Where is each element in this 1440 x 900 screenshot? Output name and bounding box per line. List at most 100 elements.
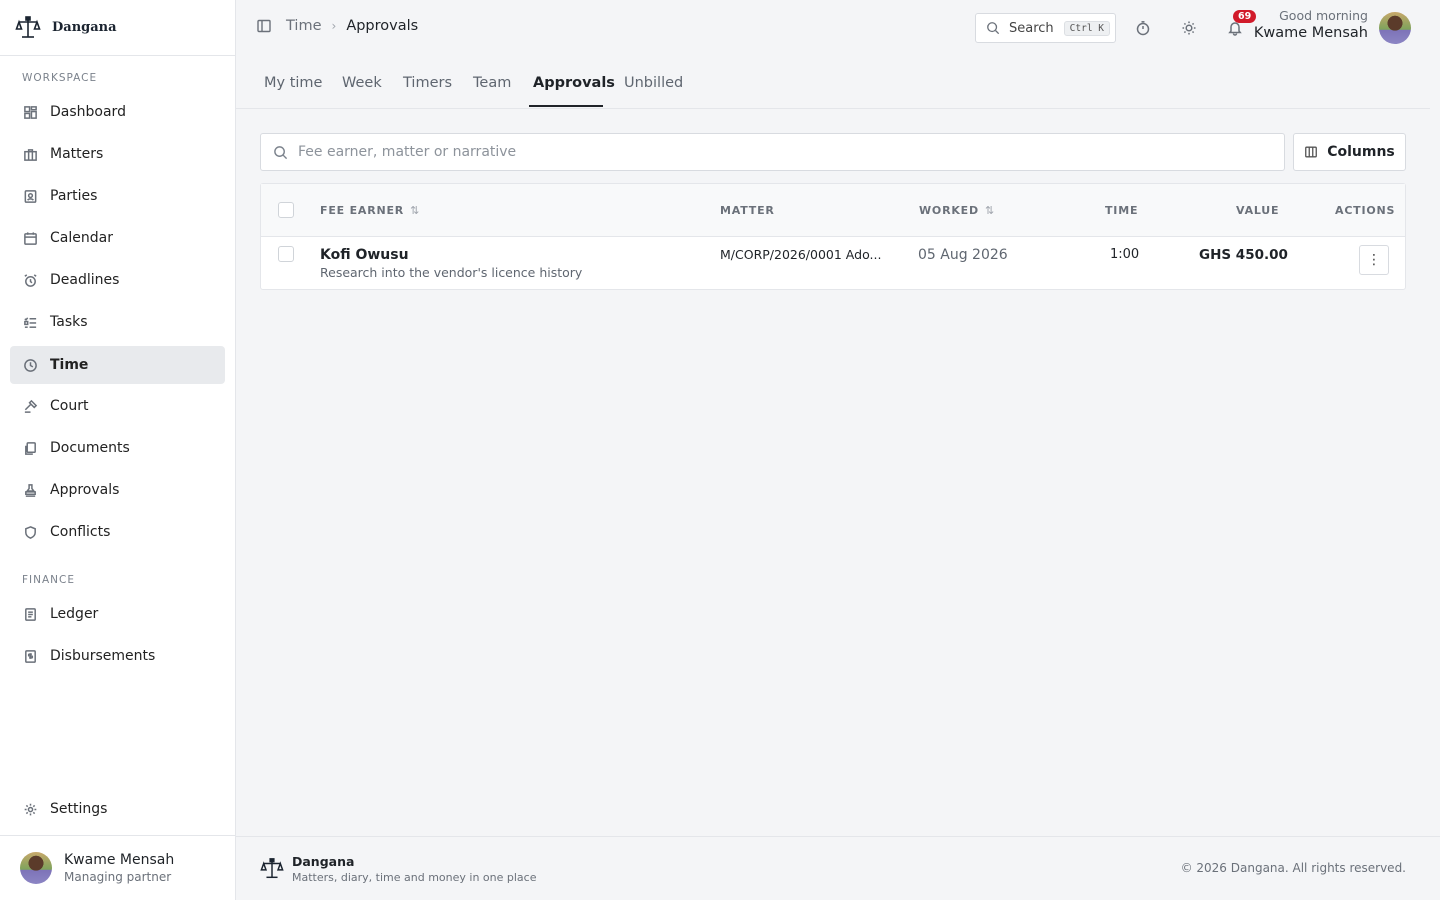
tab-timers[interactable]: Timers [403,75,452,91]
footer-brand: Dangana [292,854,355,869]
sidebar-item-dashboard[interactable]: Dashboard [10,93,225,131]
avatar [20,852,52,884]
briefcase-icon [22,146,38,162]
time-tabs: My time Week Timers Team Approvals Unbil… [236,56,1430,109]
breadcrumb-approvals: Approvals [346,18,419,34]
alarm-icon [22,272,38,288]
sidebar-item-label: Approvals [50,482,120,498]
more-vertical-icon: ⋮ [1367,252,1381,268]
tab-week[interactable]: Week [342,75,382,91]
sidebar-item-conflicts[interactable]: Conflicts [10,513,225,551]
tasks-icon [22,314,38,330]
sidebar: Dangana WORKSPACE Dashboard Matters Part… [0,0,236,900]
contact-icon [22,188,38,204]
sidebar-item-matters[interactable]: Matters [10,135,225,173]
sidebar-item-label: Ledger [50,606,99,622]
col-fee-earner-label: FEE EARNER [320,204,405,217]
sidebar-item-label: Disbursements [50,648,156,664]
calendar-icon [22,230,38,246]
greeting: Good morning Kwame Mensah [1254,8,1368,41]
page-footer: Dangana Matters, diary, time and money i… [236,836,1440,900]
greeting-text: Good morning [1279,8,1368,23]
scales-icon [14,14,42,42]
topbar: Time › Approvals Search Ctrl K 69 Good m… [236,0,1440,56]
worked-date: 05 Aug 2026 [918,247,1008,263]
select-all-checkbox[interactable] [278,202,294,218]
columns-button[interactable]: Columns [1293,133,1406,171]
row-checkbox[interactable] [278,246,294,262]
app-name: Dangana [52,20,117,35]
timer-icon[interactable] [1133,18,1153,38]
section-finance: FINANCE [22,574,75,586]
filter-input[interactable] [298,144,1258,160]
sidebar-item-label: Parties [50,188,98,204]
narrative: Research into the vendor's licence histo… [320,265,583,280]
sidebar-item-deadlines[interactable]: Deadlines [10,261,225,299]
sidebar-item-label: Tasks [50,314,88,330]
matter-ref[interactable]: M/CORP/2026/0001 Ado... [720,247,881,262]
sidebar-item-label: Matters [50,146,104,162]
sidebar-item-label: Calendar [50,230,113,246]
row-actions-button[interactable]: ⋮ [1359,245,1389,275]
sidebar-item-calendar[interactable]: Calendar [10,219,225,257]
fee-earner-name: Kofi Owusu [320,247,409,263]
receipt-icon [22,648,38,664]
sidebar-item-time[interactable]: Time [10,346,225,384]
clock-icon [22,357,38,373]
avatar[interactable] [1379,12,1411,44]
time-value: 1:00 [1110,247,1140,262]
sidebar-item-court[interactable]: Court [10,387,225,425]
search-label: Search [1009,20,1054,36]
tab-my-time[interactable]: My time [264,75,322,91]
bell-icon[interactable]: 69 [1225,10,1257,38]
search-button[interactable]: Search Ctrl K [975,13,1116,43]
col-worked[interactable]: WORKED ⇅ [919,204,995,217]
tab-unbilled[interactable]: Unbilled [624,75,683,91]
columns-icon [1304,145,1327,159]
active-tab-indicator [529,105,603,107]
search-icon [273,145,288,160]
chevron-right-icon: › [331,19,337,33]
gear-icon [22,801,38,817]
brand[interactable]: Dangana [0,0,235,56]
ledger-icon [22,606,38,622]
sidebar-toggle-icon[interactable] [256,18,272,34]
col-matter: MATTER [720,204,775,217]
value-amount: GHS 450.00 [1199,247,1288,263]
sidebar-item-label: Deadlines [50,272,120,288]
footer-copyright: © 2026 Dangana. All rights reserved. [1180,861,1406,875]
gavel-icon [22,398,38,414]
sidebar-item-tasks[interactable]: Tasks [10,303,225,341]
sidebar-item-settings[interactable]: Settings [10,790,225,828]
shield-icon [22,524,38,540]
stamp-icon [22,482,38,498]
col-fee-earner[interactable]: FEE EARNER ⇅ [320,204,420,217]
sidebar-item-documents[interactable]: Documents [10,429,225,467]
footer-tagline: Matters, diary, time and money in one pl… [292,871,537,884]
col-actions: ACTIONS [1335,204,1396,217]
col-time: TIME [1105,204,1139,217]
tab-approvals[interactable]: Approvals [533,75,615,91]
sidebar-item-disbursements[interactable]: Disbursements [10,637,225,675]
sun-icon[interactable] [1179,18,1199,38]
documents-icon [22,440,38,456]
sidebar-item-parties[interactable]: Parties [10,177,225,215]
sort-icon: ⇅ [410,204,421,217]
dashboard-icon [22,104,38,120]
sidebar-item-ledger[interactable]: Ledger [10,595,225,633]
user-name: Kwame Mensah [64,852,175,868]
col-worked-label: WORKED [919,204,979,217]
tab-team[interactable]: Team [473,75,511,91]
columns-label: Columns [1327,144,1395,160]
approvals-table: FEE EARNER ⇅ MATTER WORKED ⇅ TIME VALUE AC… [260,183,1406,290]
sort-icon: ⇅ [984,204,995,217]
sidebar-item-approvals[interactable]: Approvals [10,471,225,509]
sidebar-item-label: Documents [50,440,130,456]
breadcrumb-time[interactable]: Time [286,18,322,34]
greeting-user: Kwame Mensah [1253,25,1368,41]
sidebar-item-label: Dashboard [50,104,126,120]
table-header: FEE EARNER ⇅ MATTER WORKED ⇅ TIME VALUE AC… [261,184,1405,237]
sidebar-item-label: Settings [50,801,108,817]
sidebar-user[interactable]: Kwame Mensah Managing partner [0,835,236,900]
user-role: Managing partner [64,870,172,884]
